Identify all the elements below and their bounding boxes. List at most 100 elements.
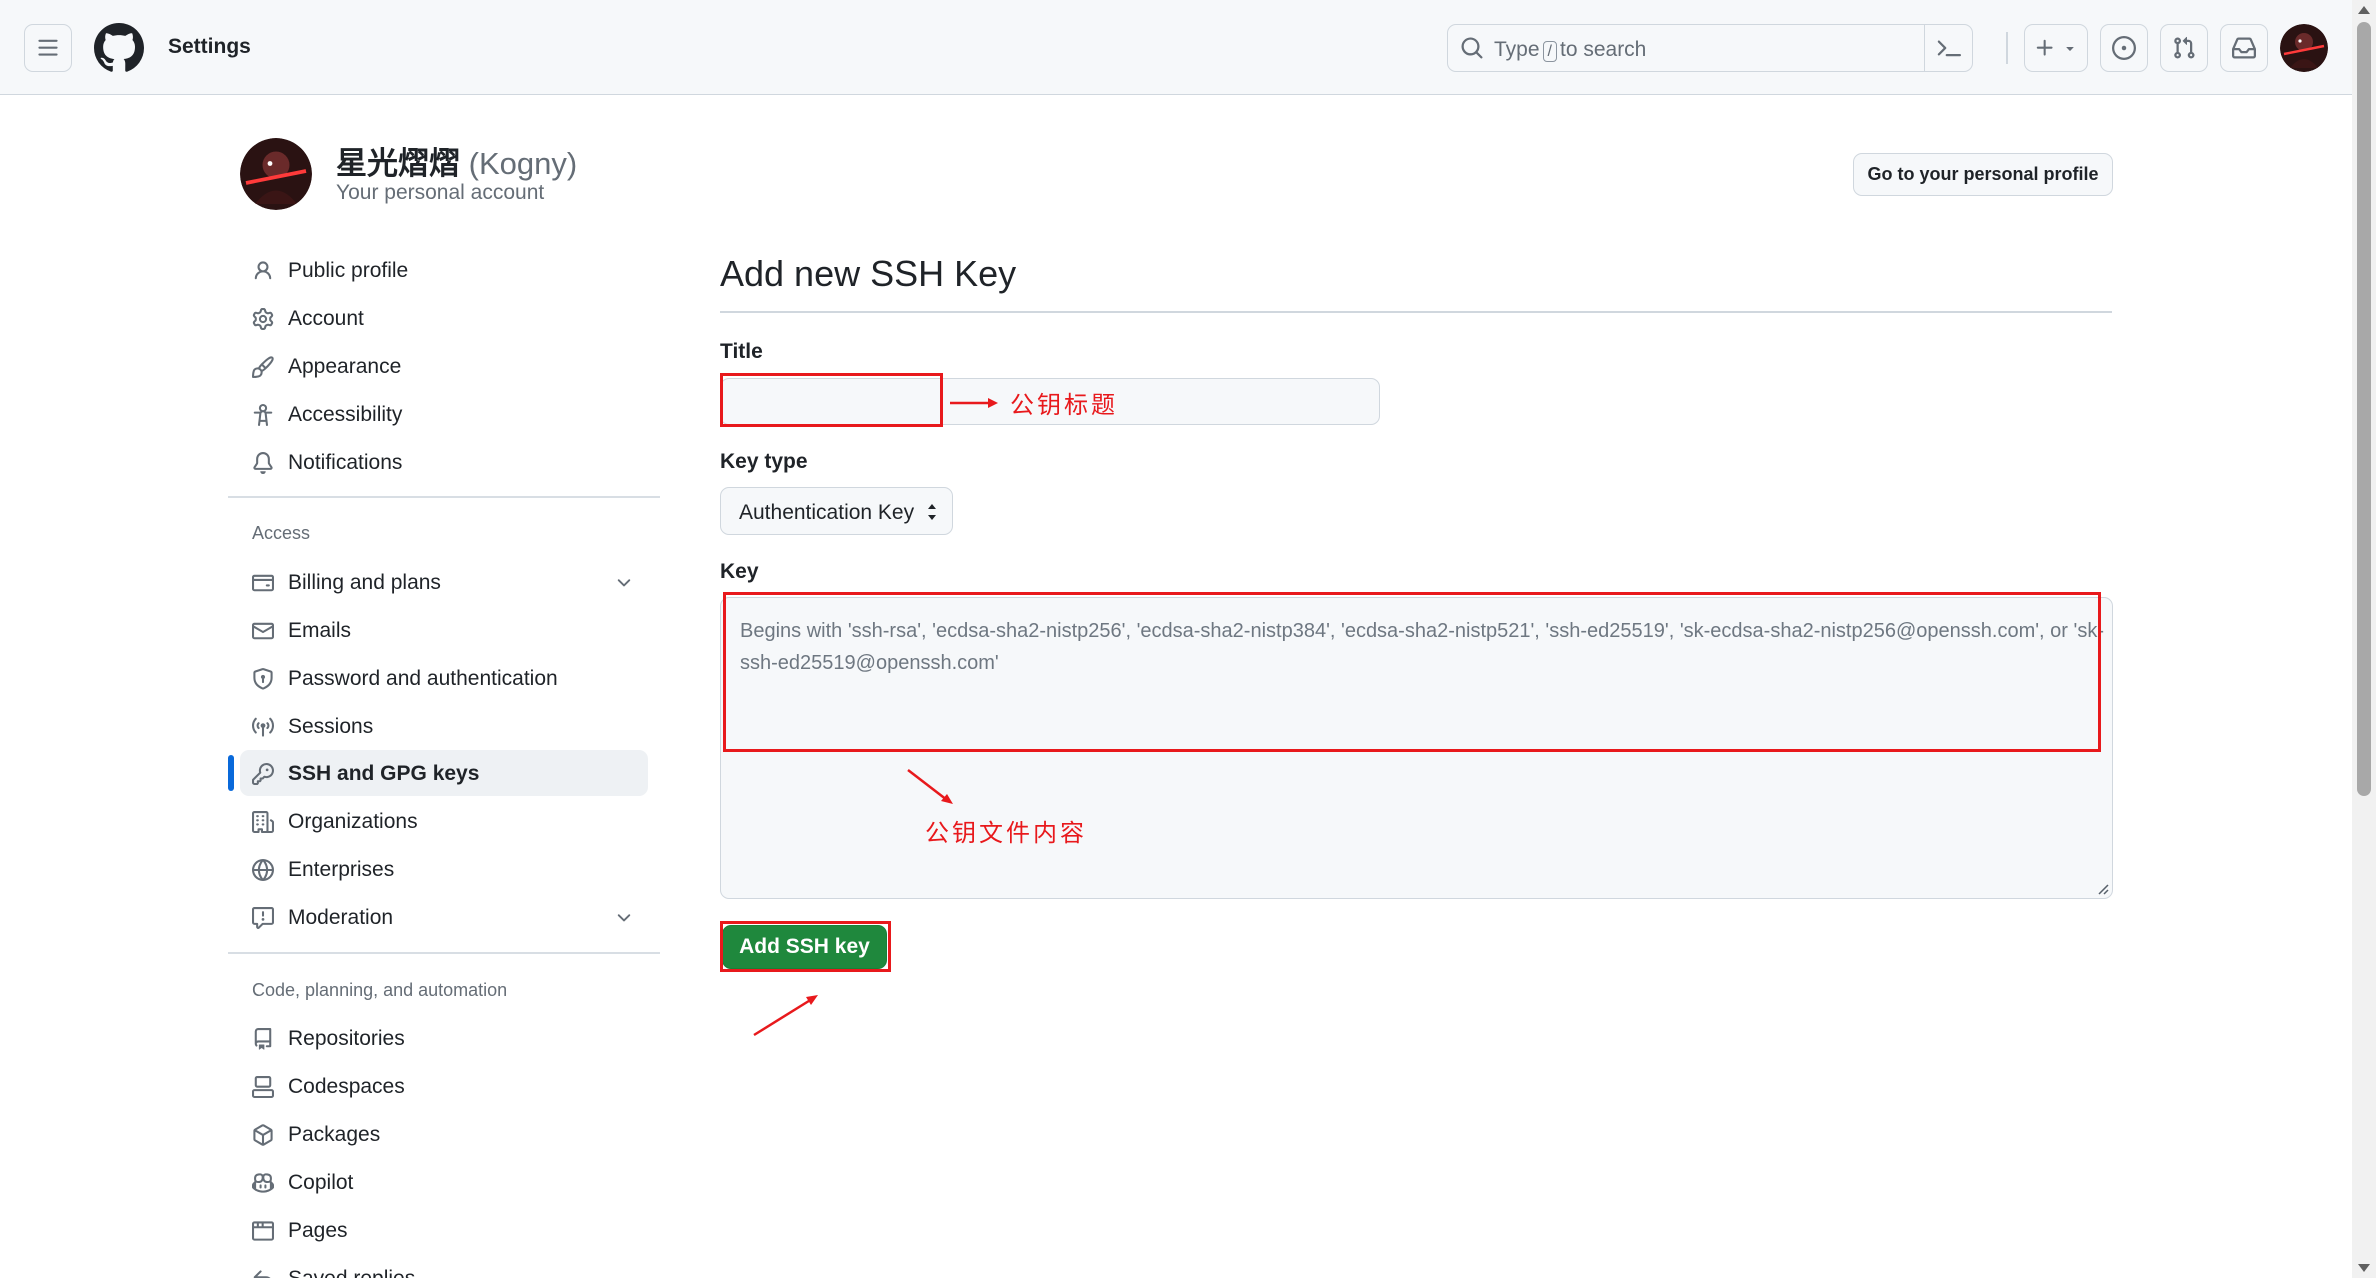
sidebar-item-ssh-gpg-keys[interactable]: SSH and GPG keys (240, 750, 648, 796)
credit-card-icon (252, 574, 274, 592)
sidebar-item-label: Repositories (288, 1027, 405, 1050)
sidebar-item-notifications[interactable]: Notifications (240, 439, 648, 485)
sidebar-item-label: Enterprises (288, 858, 395, 881)
gear-icon (252, 308, 274, 330)
annotation-title-note: 公钥标题 (1010, 391, 1118, 419)
annotation-arrow-right-icon (950, 398, 998, 408)
sidebar-group-code: Code, planning, and automation (252, 980, 508, 1000)
github-logo[interactable] (94, 23, 144, 73)
sidebar-item-label: Moderation (288, 906, 394, 929)
sidebar-item-copilot[interactable]: Copilot (240, 1159, 648, 1205)
sidebar-divider (228, 952, 660, 954)
sidebar-item-label: Emails (288, 619, 352, 642)
sidebar-item-label: Accessibility (288, 403, 403, 426)
key-type-select[interactable]: Authentication Key (720, 487, 953, 535)
annotation-key-note: 公钥文件内容 (925, 819, 1087, 847)
sidebar-item-label: Notifications (288, 451, 403, 474)
inbox-button[interactable] (2220, 24, 2268, 72)
sidebar-item-label: Public profile (288, 259, 409, 282)
sidebar-item-label: SSH and GPG keys (288, 762, 480, 785)
annotation-box-button (720, 921, 891, 972)
sidebar-item-repositories[interactable]: Repositories (240, 1015, 648, 1061)
sidebar-item-account[interactable]: Account (240, 295, 648, 341)
broadcast-icon (252, 717, 274, 737)
search-icon (1461, 37, 1483, 59)
scrollbar-thumb[interactable] (2357, 22, 2371, 796)
paintbrush-icon (252, 356, 274, 378)
sidebar-item-packages[interactable]: Packages (240, 1111, 648, 1157)
sidebar-item-codespaces[interactable]: Codespaces (240, 1063, 648, 1109)
annotation-box-key (723, 592, 2101, 752)
chevron-down-icon[interactable] (614, 573, 634, 593)
sidebar-item-label: Copilot (288, 1171, 354, 1194)
sidebar-item-label: Organizations (288, 810, 418, 833)
sidebar-item-organizations[interactable]: Organizations (240, 798, 648, 844)
top-header: Settings Type / to search (0, 0, 2352, 95)
active-indicator (228, 755, 234, 791)
go-to-profile-button[interactable]: Go to your personal profile (1853, 153, 2113, 196)
command-palette-button[interactable] (1924, 23, 1972, 72)
user-avatar-menu[interactable] (2280, 24, 2328, 72)
codespaces-icon (252, 1076, 274, 1098)
avatar-image (2280, 24, 2328, 72)
key-label: Key (720, 560, 759, 583)
sidebar-item-billing[interactable]: Billing and plans (240, 559, 648, 605)
globe-icon (252, 859, 274, 881)
chevron-down-icon[interactable] (614, 908, 634, 928)
annotation-arrow-up-icon (753, 995, 818, 1037)
search-placeholder: Type / to search (1494, 38, 1647, 62)
sidebar-item-label: Sessions (288, 715, 374, 738)
title-label: Title (720, 340, 763, 363)
repo-icon (254, 1028, 272, 1050)
sidebar-item-password-auth[interactable]: Password and authentication (240, 655, 648, 701)
sidebar-item-enterprises[interactable]: Enterprises (240, 846, 648, 892)
scroll-up-arrow-icon[interactable] (2358, 6, 2370, 14)
profile-avatar (240, 138, 312, 210)
shield-lock-icon (253, 668, 273, 690)
bell-icon (253, 452, 273, 474)
sidebar-item-sessions[interactable]: Sessions (240, 703, 648, 749)
sidebar-item-label: Billing and plans (288, 571, 441, 594)
key-icon (252, 763, 274, 785)
profile-login: (Kogny) (468, 146, 578, 181)
title-divider (720, 311, 2112, 313)
issues-icon (2112, 36, 2136, 60)
sidebar-item-label: Account (288, 307, 364, 330)
sidebar-item-label: Password and authentication (288, 667, 558, 690)
context-title[interactable]: Settings (168, 35, 251, 59)
profile-subtitle: Your personal account (336, 181, 545, 204)
reply-icon (253, 1270, 271, 1278)
sidebar-item-moderation[interactable]: Moderation (240, 894, 648, 940)
hamburger-icon (38, 39, 58, 56)
sidebar-item-saved-replies[interactable]: Saved replies (240, 1255, 648, 1278)
sidebar-item-label: Codespaces (288, 1075, 405, 1098)
package-icon (253, 1124, 273, 1146)
search-shortcut-key: / (1542, 41, 1557, 62)
sidebar-item-appearance[interactable]: Appearance (240, 343, 648, 389)
triangle-down-icon (2066, 47, 2074, 51)
sidebar-item-pages[interactable]: Pages (240, 1207, 648, 1253)
sidebar-item-emails[interactable]: Emails (240, 607, 648, 653)
copilot-icon (252, 1173, 274, 1193)
sidebar-item-label: Packages (288, 1123, 381, 1146)
browser-icon (252, 1221, 274, 1241)
pull-requests-button[interactable] (2160, 24, 2208, 72)
page-scrollbar[interactable] (2352, 0, 2376, 1278)
annotation-box-title (720, 373, 943, 427)
page-title: Add new SSH Key (720, 253, 1017, 294)
sidebar-item-accessibility[interactable]: Accessibility (240, 391, 648, 437)
profile-name: 星光熠熠 (Kogny) (336, 146, 578, 181)
scroll-down-arrow-icon[interactable] (2358, 1264, 2370, 1272)
annotation-arrow-down-icon (907, 769, 953, 804)
sidebar-item-public-profile[interactable]: Public profile (240, 247, 648, 293)
sidebar-divider (228, 496, 660, 498)
open-menu-button[interactable] (24, 24, 72, 72)
key-type-label: Key type (720, 450, 808, 473)
sidebar-item-label: Appearance (288, 355, 402, 378)
resize-grip-icon[interactable] (2095, 881, 2109, 895)
search-input[interactable]: Type / to search (1447, 23, 1973, 72)
header-divider (2006, 32, 2008, 64)
inbox-icon (2232, 37, 2256, 59)
create-new-button[interactable] (2024, 24, 2088, 72)
issues-button[interactable] (2100, 24, 2148, 72)
